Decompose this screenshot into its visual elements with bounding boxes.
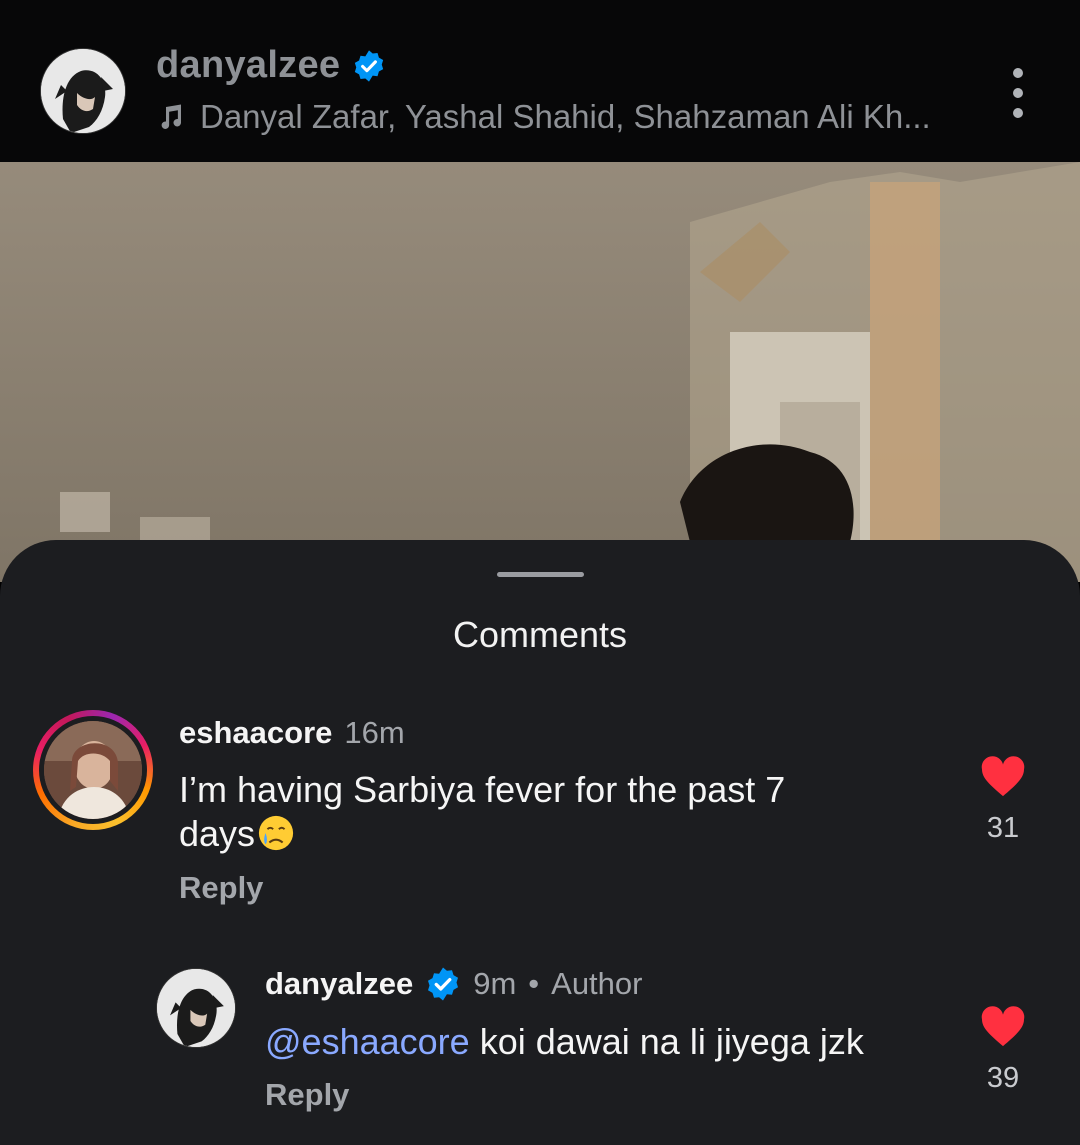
post-image [0,162,1080,582]
reply-text: @eshaacore koi dawai na li jiyega jzk [265,1021,864,1062]
comment-header: eshaacore 16m [179,715,405,751]
comment-username[interactable]: eshaacore [179,715,332,751]
author-username-row[interactable]: danyalzee [156,44,386,87]
more-options-button[interactable] [1000,68,1036,118]
reply-button[interactable]: Reply [265,1077,349,1113]
sheet-title: Comments [452,614,628,655]
like-count: 31 [986,812,1020,844]
sheet-drag-handle[interactable] [497,572,584,577]
reply-username[interactable]: danyalzee [265,966,413,1002]
separator-dot: • [528,966,540,1001]
reply-author-avatar[interactable] [156,968,236,1048]
reply-time: 9m [473,966,517,1001]
like-button[interactable] [973,756,1033,803]
author-badge: Author [551,966,643,1001]
heart-icon [981,756,1025,797]
audio-track-label: Danyal Zafar, Yashal Shahid, Shahzaman A… [200,98,931,135]
heart-icon [981,1006,1025,1047]
commenter-avatar[interactable] [33,710,153,830]
comment-time: 16m [344,715,405,750]
author-username[interactable]: danyalzee [156,44,340,87]
comment-text: I’m having Sarbiya fever for the past 7 … [179,769,786,854]
comments-sheet: Comments eshaacore 16m I’m having Sarbiy… [0,540,1080,1145]
mention-link[interactable]: @eshaacore [265,1021,470,1062]
music-note-icon [161,104,182,129]
audio-track[interactable]: Danyal Zafar, Yashal Shahid, Shahzaman A… [156,98,931,136]
crying-face-emoji-icon [258,815,294,851]
reply-button[interactable]: Reply [179,870,263,906]
like-button[interactable] [973,1006,1033,1053]
author-avatar[interactable] [40,48,126,134]
post-header: danyalzee Danyal Zafar, Yashal Shahid, S… [0,0,1080,162]
like-count: 39 [986,1062,1020,1094]
verified-badge-icon [355,49,384,82]
reply-header: danyalzee 9m • Author [265,966,642,1002]
verified-badge-icon [428,967,459,1001]
